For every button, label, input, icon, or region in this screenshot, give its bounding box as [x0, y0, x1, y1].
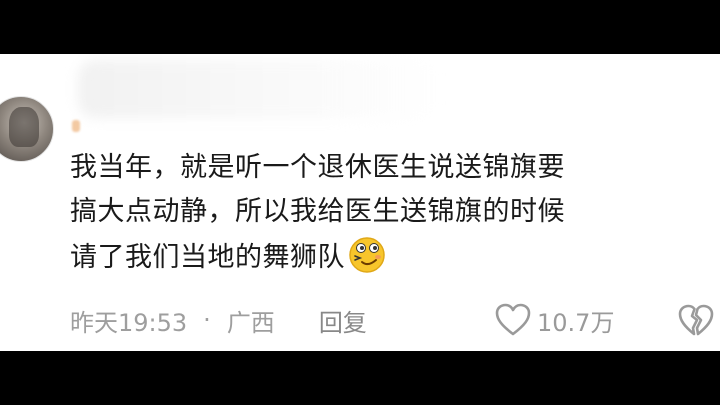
like-count: 10.7万	[537, 308, 615, 337]
meta-separator: ·	[203, 306, 211, 334]
comment-line: 我当年，就是听一个退休医生说送锦旗要	[70, 152, 565, 183]
blurred-username	[78, 60, 438, 118]
comment-line-text: 请了我们当地的舞狮队	[70, 242, 345, 273]
smirk-face-emoji-icon	[349, 237, 385, 273]
reply-button[interactable]: 回复	[319, 303, 367, 338]
avatar[interactable]	[0, 96, 54, 162]
blurred-badge	[72, 120, 80, 132]
location: 广西	[226, 308, 275, 337]
dislike-button[interactable]	[678, 304, 714, 342]
like-button[interactable]: 10.7万	[495, 300, 614, 340]
comment-text: 我当年，就是听一个退休医生说送锦旗要 搞大点动静，所以我给医生送锦旗的时候 请了…	[70, 146, 710, 280]
broken-heart-icon	[678, 304, 714, 336]
comment-meta: 昨天19:53 · 广西 回复	[70, 300, 367, 340]
timestamp: 昨天19:53	[70, 308, 188, 337]
heart-outline-icon	[495, 303, 531, 336]
comment-card: 我当年，就是听一个退休医生说送锦旗要 搞大点动静，所以我给医生送锦旗的时候 请了…	[0, 54, 720, 351]
comment-line: 搞大点动静，所以我给医生送锦旗的时候	[70, 196, 565, 227]
comment-line: 请了我们当地的舞狮队	[70, 234, 710, 280]
